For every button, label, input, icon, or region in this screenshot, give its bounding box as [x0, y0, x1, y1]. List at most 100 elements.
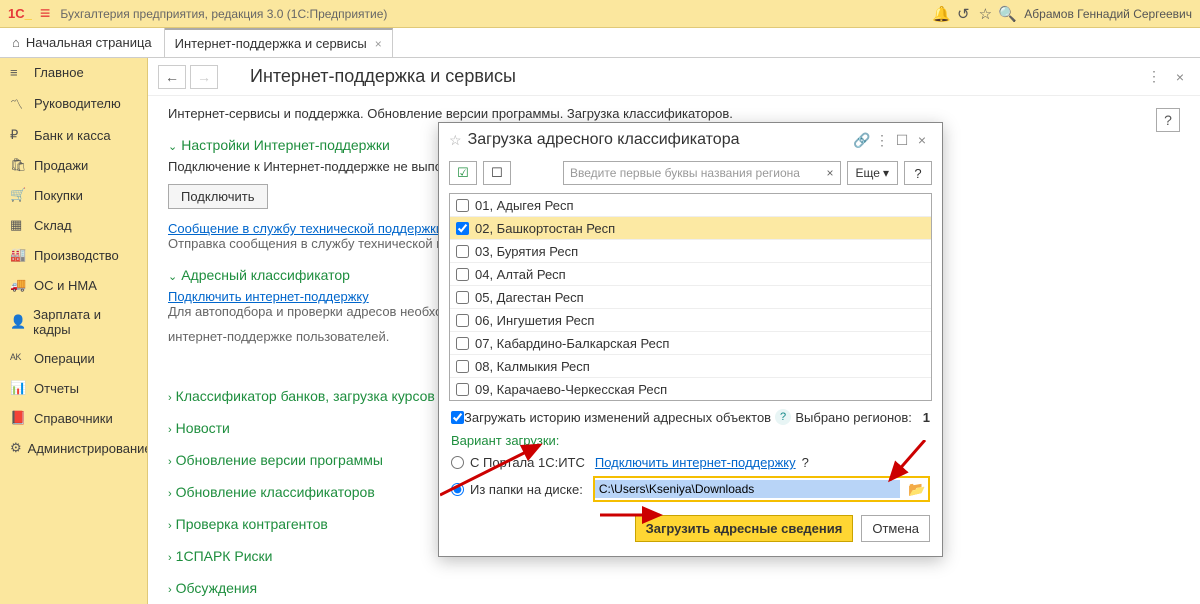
chevron-down-icon: ⌄ — [168, 141, 177, 153]
sidebar: ≡Главное〽Руководителю₽Банк и касса🛍Прода… — [0, 58, 148, 604]
region-row[interactable]: 08, Калмыкия Респ — [450, 355, 931, 378]
radio-portal-input[interactable] — [451, 456, 464, 469]
region-checkbox[interactable] — [456, 383, 469, 396]
tab-home[interactable]: ⌂ Начальная страница — [0, 28, 165, 57]
folder-icon[interactable]: 📂 — [906, 481, 928, 498]
sidebar-item-label: ОС и НМА — [34, 278, 97, 293]
selected-label: Выбрано регионов: 1 — [795, 410, 930, 425]
maximize-icon[interactable]: ☐ — [892, 132, 912, 149]
region-row[interactable]: 04, Алтай Респ — [450, 263, 931, 286]
sidebar-item-label: Банк и касса — [34, 128, 111, 143]
radio-folder-input[interactable] — [451, 483, 464, 496]
history-icon[interactable]: ↺ — [952, 5, 974, 23]
chevron-right-icon: › — [168, 392, 172, 404]
region-list[interactable]: 01, Адыгея Респ 02, Башкортостан Респ 03, … — [449, 193, 932, 401]
sidebar-icon: 🛒 — [10, 187, 28, 203]
sidebar-icon: 🚚 — [10, 277, 28, 293]
sidebar-item[interactable]: 🏭 Производство — [0, 240, 147, 270]
close-page-icon[interactable]: × — [1170, 69, 1190, 85]
help-icon[interactable]: ? — [775, 409, 791, 425]
help-icon[interactable]: ? — [802, 455, 809, 470]
sidebar-item[interactable]: 📊Отчеты — [0, 373, 147, 403]
region-row[interactable]: 09, Карачаево-Черкесская Респ — [450, 378, 931, 401]
kebab-icon[interactable]: ⋮ — [1144, 68, 1164, 85]
radio-folder[interactable]: Из папки на диске: 📂 — [439, 473, 942, 505]
path-input[interactable] — [595, 480, 900, 498]
load-button[interactable]: Загрузить адресные сведения — [635, 515, 854, 542]
link-icon[interactable]: 🔗 — [852, 132, 872, 149]
portal-connect-link[interactable]: Подключить интернет-поддержку — [595, 455, 796, 470]
content-header: ← → Интернет-поддержка и сервисы ⋮ × — [148, 58, 1200, 96]
region-row[interactable]: 02, Башкортостан Респ — [450, 217, 931, 240]
sidebar-item-label: Главное — [34, 65, 84, 80]
sidebar-item-label: Производство — [34, 248, 119, 263]
tabs-row: ⌂ Начальная страница Интернет-поддержка … — [0, 28, 1200, 58]
region-checkbox[interactable] — [456, 222, 469, 235]
region-label: 02, Башкортостан Респ — [475, 221, 615, 236]
star-icon[interactable]: ☆ — [974, 5, 996, 23]
sidebar-icon: 🏭 — [10, 247, 28, 263]
chevron-right-icon: › — [168, 488, 172, 500]
sidebar-item[interactable]: 📕Справочники — [0, 403, 147, 433]
section-discussions[interactable]: ›Обсуждения — [168, 580, 1180, 596]
close-icon[interactable]: × — [375, 37, 382, 51]
sidebar-item[interactable]: 〽Руководителю — [0, 87, 147, 120]
radio-portal[interactable]: С Портала 1С:ИТС Подключить интернет-под… — [439, 452, 942, 473]
cancel-button[interactable]: Отмена — [861, 515, 930, 542]
sidebar-item[interactable]: 🛒 Покупки — [0, 180, 147, 210]
region-checkbox[interactable] — [456, 245, 469, 258]
region-checkbox[interactable] — [456, 337, 469, 350]
sidebar-item[interactable]: ₽Банк и касса — [0, 120, 147, 150]
close-icon[interactable]: × — [912, 132, 932, 148]
region-row[interactable]: 01, Адыгея Респ — [450, 194, 931, 217]
chevron-right-icon: › — [168, 520, 172, 532]
sidebar-item[interactable]: 🛍Продажи — [0, 150, 147, 180]
more-button[interactable]: Еще ▾ — [847, 161, 898, 185]
region-checkbox[interactable] — [456, 268, 469, 281]
sidebar-item-label: Покупки — [34, 188, 83, 203]
sidebar-item[interactable]: 🚚 ОС и НМА — [0, 270, 147, 300]
region-search-input[interactable]: Введите первые буквы названия региона × — [563, 161, 841, 185]
uncheck-all-button[interactable]: ☐ — [483, 161, 511, 185]
search-icon[interactable]: 🔍 — [996, 5, 1018, 23]
kebab-icon[interactable]: ⋮ — [872, 132, 892, 149]
region-label: 07, Кабардино-Балкарская Респ — [475, 336, 669, 351]
back-button[interactable]: ← — [158, 65, 186, 89]
bell-icon[interactable]: 🔔 — [930, 5, 952, 23]
region-row[interactable]: 07, Кабардино-Балкарская Респ — [450, 332, 931, 355]
history-checkbox[interactable] — [451, 411, 464, 424]
tab-active[interactable]: Интернет-поддержка и сервисы × — [165, 28, 393, 57]
connect-button[interactable]: Подключить — [168, 184, 268, 209]
hamburger-icon[interactable]: ≡ — [40, 3, 51, 24]
sidebar-item[interactable]: ⚙Администрирование — [0, 433, 147, 463]
help-button[interactable]: ? — [1156, 108, 1180, 132]
region-checkbox[interactable] — [456, 291, 469, 304]
region-row[interactable]: 06, Ингушетия Респ — [450, 309, 931, 332]
region-row[interactable]: 05, Дагестан Респ — [450, 286, 931, 309]
sidebar-item[interactable]: 👤Зарплата и кадры — [0, 300, 147, 344]
star-icon[interactable]: ☆ — [449, 132, 462, 149]
region-label: 04, Алтай Респ — [475, 267, 566, 282]
region-checkbox[interactable] — [456, 314, 469, 327]
sidebar-item[interactable]: ▦Склад — [0, 210, 147, 240]
check-all-button[interactable]: ☑ — [449, 161, 477, 185]
logo-1c: 1C_ — [8, 6, 32, 21]
sidebar-item[interactable]: ≡Главное — [0, 58, 147, 87]
region-row[interactable]: 03, Бурятия Респ — [450, 240, 931, 263]
region-checkbox[interactable] — [456, 360, 469, 373]
search-placeholder: Введите первые буквы названия региона — [570, 166, 800, 180]
sidebar-item[interactable]: ᴬᴷОперации — [0, 344, 147, 373]
tab-active-label: Интернет-поддержка и сервисы — [175, 36, 367, 51]
modal-footer: Загрузить адресные сведения Отмена — [439, 505, 942, 556]
username[interactable]: Абрамов Геннадий Сергеевич — [1024, 7, 1192, 21]
sidebar-item-label: Склад — [34, 218, 72, 233]
sidebar-icon: ⚙ — [10, 440, 22, 456]
clear-icon[interactable]: × — [827, 166, 834, 180]
forward-button[interactable]: → — [190, 65, 218, 89]
radio-portal-label: С Портала 1С:ИТС — [470, 455, 585, 470]
help-button[interactable]: ? — [904, 161, 932, 185]
region-checkbox[interactable] — [456, 199, 469, 212]
sidebar-item-label: Продажи — [34, 158, 88, 173]
region-label: 01, Адыгея Респ — [475, 198, 574, 213]
sidebar-icon: 📊 — [10, 380, 28, 396]
